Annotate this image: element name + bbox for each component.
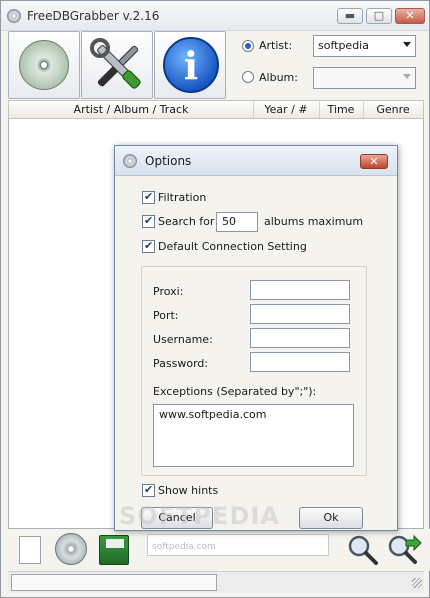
username-label: Username: xyxy=(153,333,213,346)
column-genre[interactable]: Genre xyxy=(363,101,423,118)
column-time[interactable]: Time xyxy=(319,101,364,118)
status-bar xyxy=(8,571,424,593)
grab-cd-button[interactable] xyxy=(8,31,80,99)
search-next-icon[interactable] xyxy=(386,532,422,566)
chevron-down-icon xyxy=(403,42,411,47)
cd-hole xyxy=(40,61,48,69)
username-input[interactable] xyxy=(250,328,350,348)
exceptions-label: Exceptions (Separated by";"): xyxy=(153,385,317,398)
filtration-checkbox[interactable] xyxy=(142,190,155,204)
filtration-label: Filtration xyxy=(158,191,207,204)
connection-group: Proxi: Port: Username: Password: Excepti… xyxy=(141,266,367,476)
options-title: Options xyxy=(145,154,192,168)
album-combobox[interactable] xyxy=(313,67,416,89)
column-year[interactable]: Year / # xyxy=(253,101,320,118)
window-title: FreeDBGrabber v.2.16 xyxy=(27,9,160,23)
ok-button[interactable]: Ok xyxy=(299,507,363,529)
tools-icon xyxy=(90,38,141,89)
artist-label: Artist: xyxy=(259,39,293,52)
album-radio[interactable] xyxy=(242,71,254,83)
search-for-checkbox[interactable] xyxy=(142,214,155,228)
exceptions-textarea[interactable]: www.softpedia.com xyxy=(153,404,354,467)
column-header: Artist / Album / Track Year / # Time Gen… xyxy=(8,100,424,119)
options-cd-icon xyxy=(123,154,137,168)
albums-maximum-label: albums maximum xyxy=(264,215,364,228)
show-hints-checkbox[interactable] xyxy=(142,483,155,497)
about-button[interactable]: i xyxy=(154,31,226,99)
info-icon: i xyxy=(163,37,219,93)
search-for-count-input[interactable]: 50 xyxy=(216,212,258,232)
port-input[interactable] xyxy=(250,304,350,324)
column-artist-album-track[interactable]: Artist / Album / Track xyxy=(9,101,254,118)
title-bar: FreeDBGrabber v.2.16 ▬ □ ✕ xyxy=(1,1,429,31)
settings-button[interactable] xyxy=(81,31,153,99)
proxi-label: Proxi: xyxy=(153,285,184,298)
proxi-input[interactable] xyxy=(250,280,350,300)
save-icon[interactable] xyxy=(99,535,129,565)
default-connection-checkbox[interactable] xyxy=(142,239,155,253)
artist-value: softpedia xyxy=(318,39,369,52)
save-icon-label xyxy=(106,539,124,548)
new-document-icon[interactable] xyxy=(19,536,41,564)
password-label: Password: xyxy=(153,357,209,370)
app-cd-icon xyxy=(7,9,21,23)
search-icon[interactable] xyxy=(345,532,379,566)
resize-grip-icon[interactable] xyxy=(412,578,422,588)
port-label: Port: xyxy=(153,309,179,322)
bottom-search-input[interactable]: softpedia.com xyxy=(147,534,329,556)
maximize-button[interactable]: □ xyxy=(366,8,392,24)
options-close-button[interactable]: ✕ xyxy=(360,154,388,169)
options-dialog: Options ✕ Filtration Search for 50 album… xyxy=(114,145,398,531)
watermark: SOFTPEDIA xyxy=(119,502,280,530)
artist-combobox[interactable]: softpedia xyxy=(313,35,416,57)
password-input[interactable] xyxy=(250,352,350,372)
search-for-label: Search for xyxy=(158,215,215,228)
artist-radio[interactable] xyxy=(242,40,254,52)
close-button[interactable]: ✕ xyxy=(395,8,425,24)
progress-bar xyxy=(11,574,217,591)
chevron-down-icon xyxy=(403,74,411,79)
album-label: Album: xyxy=(259,71,298,84)
cd-add-icon[interactable] xyxy=(55,533,87,565)
options-title-bar: Options ✕ xyxy=(115,146,397,176)
default-connection-label: Default Connection Setting xyxy=(158,240,307,253)
bottom-toolbar: softpedia.com xyxy=(2,529,430,571)
show-hints-label: Show hints xyxy=(158,484,219,497)
minimize-button[interactable]: ▬ xyxy=(337,8,363,24)
